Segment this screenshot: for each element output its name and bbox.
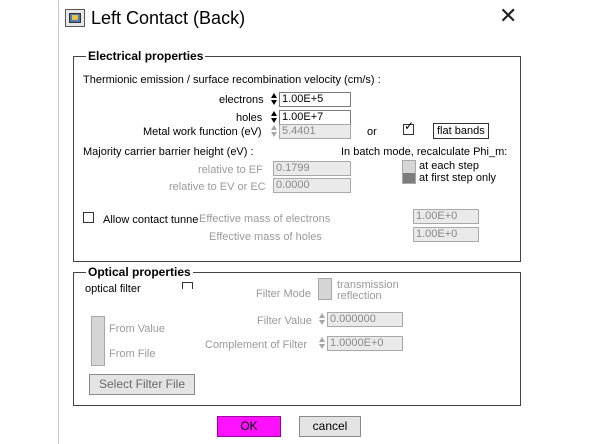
relative-ev-input: 0.0000 [273,178,351,193]
flat-bands-label[interactable]: flat bands [433,123,489,139]
mass-holes-label: Effective mass of holes [209,231,322,243]
dialog-client: Electrical properties Thermionic emissio… [59,36,535,444]
electrical-properties-legend: Electrical properties [86,49,206,63]
work-function-input: 5.4401 [279,124,351,139]
relative-ef-input: 0.1799 [273,161,351,176]
optical-filter-label: optical filter [85,283,141,295]
optical-properties-legend: Optical properties [86,265,193,279]
work-function-label: Metal work function (eV) [143,126,262,138]
filter-mode-label: Filter Mode [256,288,312,300]
relative-ev-label: relative to EV or EC [169,181,266,193]
batch-label: In batch mode, recalculate Phi_m: [341,146,508,158]
mass-electrons-label: Effective mass of electrons [199,213,331,225]
filter-mode-toggle [318,278,332,300]
electrons-input[interactable]: 1.00E+5 [279,92,351,107]
close-icon[interactable]: ✕ [499,5,517,27]
holes-label: holes [236,112,263,124]
batch-mode-toggle[interactable] [402,160,416,184]
electrons-label: electrons [219,94,264,106]
work-function-spin-icon [271,124,279,139]
from-value-option: From Value [109,323,166,335]
batch-mode-selected [403,173,415,183]
electrons-spin-icon[interactable] [271,92,279,107]
check-icon: ✓ [404,119,415,133]
holes-spin-icon[interactable] [271,110,279,125]
or-label: or [367,126,377,138]
flat-bands-checkbox[interactable]: ✓ [403,120,414,135]
title-bar: Left Contact (Back) ✕ [59,0,535,36]
relative-ef-label: relative to EF [198,164,263,176]
filter-value-spin-icon [319,312,327,327]
mass-holes-input: 1.00E+0 [413,227,479,242]
batch-option-each-step[interactable]: at each step [419,160,479,172]
complement-spin-icon [319,336,327,351]
dialog-window: Left Contact (Back) ✕ Electrical propert… [58,0,535,444]
optical-filter-checkbox[interactable] [182,282,193,289]
filter-value-input: 0.000000 [327,312,403,327]
select-filter-file-button[interactable]: Select Filter File [89,374,195,395]
holes-input[interactable]: 1.00E+7 [279,110,351,125]
tunnel-label: Allow contact tunne [103,214,199,226]
filter-value-label: Filter Value [257,315,312,327]
from-file-option: From File [109,348,156,360]
ok-button[interactable]: OK [217,416,281,437]
batch-option-first-step[interactable]: at first step only [419,172,496,184]
complement-input: 1.0000E+0 [327,336,403,351]
barrier-label: Majority carrier barrier height (eV) : [83,146,254,158]
thermionic-label: Thermionic emission / surface recombinat… [83,74,381,86]
filter-source-toggle [91,316,105,366]
app-window-icon [65,9,85,27]
tunnel-checkbox[interactable] [83,212,94,223]
mass-electrons-input: 1.00E+0 [413,209,479,224]
window-title: Left Contact (Back) [91,8,246,28]
mode-reflection-option: reflection [337,290,382,302]
complement-label: Complement of Filter [205,339,308,351]
cancel-button[interactable]: cancel [299,416,361,437]
